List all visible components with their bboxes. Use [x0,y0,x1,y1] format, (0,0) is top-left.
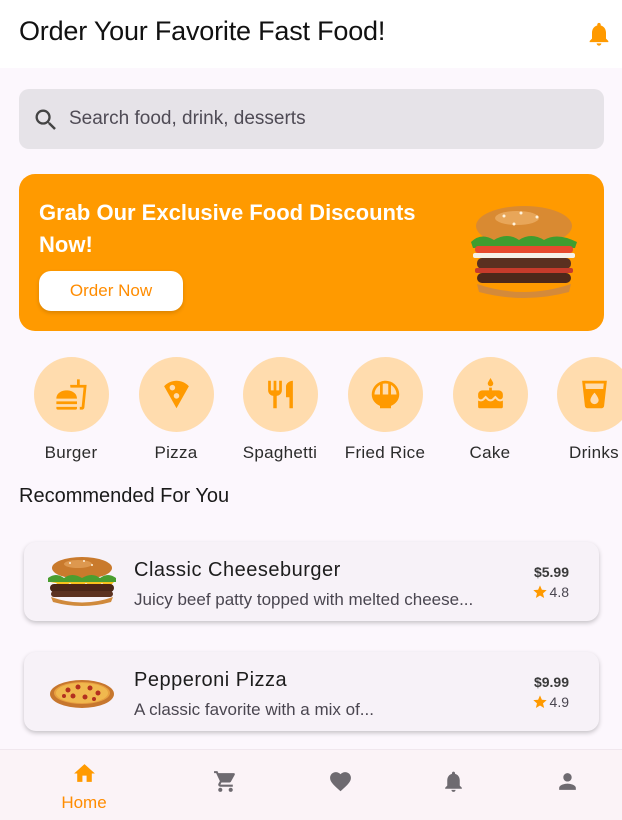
star-icon [532,695,547,708]
category-circle [557,357,622,432]
bell-icon[interactable] [585,20,613,48]
rating-value: 4.9 [549,694,569,710]
pizza-image [50,680,114,708]
category-spaghetti[interactable]: Spaghetti [235,357,325,463]
category-drinks[interactable]: Drinks [549,357,622,463]
category-fried-rice[interactable]: Fried Rice [340,357,430,463]
nav-notifications[interactable] [403,750,503,820]
food-card[interactable]: Pepperoni Pizza A classic favorite with … [24,652,599,731]
search-input[interactable] [69,89,589,149]
search-bar[interactable] [19,89,604,149]
nav-home[interactable]: Home [34,750,134,820]
food-description: A classic favorite with a mix of... [134,700,374,719]
banner-title: Grab Our Exclusive Food Discounts Now! [39,200,416,257]
food-card[interactable]: Classic Cheeseburger Juicy beef patty to… [24,542,599,621]
page-title: Order Your Favorite Fast Food! [19,16,386,46]
category-label: Burger [44,443,98,462]
category-cake[interactable]: Cake [445,357,535,463]
app-bar: Order Your Favorite Fast Food! [0,0,622,68]
category-circle [452,357,528,432]
promo-banner: Grab Our Exclusive Food Discounts Now! O… [19,174,604,331]
nav-home-label: Home [61,793,107,812]
category-circle [347,357,423,432]
category-label: Spaghetti [242,443,318,462]
pizza-icon [163,380,189,409]
bell-icon [445,771,462,792]
category-label: Cake [469,443,511,462]
category-pizza[interactable]: Pizza [131,357,221,463]
category-burger[interactable]: Burger [26,357,116,463]
food-name: Classic Cheeseburger [134,559,341,581]
order-now-button[interactable]: Order Now [39,271,183,311]
nav-favorites[interactable] [290,750,390,820]
rating-value: 4.8 [549,584,569,600]
cart-icon [214,771,235,792]
cake-icon [477,378,503,409]
drink-icon [582,380,607,409]
category-circle [242,357,318,432]
home-icon [74,764,95,782]
cheeseburger-image [48,557,116,606]
heart-icon [330,772,351,792]
burger-image [471,206,577,298]
rice-bowl-icon [371,380,399,409]
food-price: $5.99 [533,564,569,580]
food-price: $9.99 [533,674,569,690]
category-circle [33,357,109,432]
category-label: Pizza [154,443,198,462]
star-icon [532,585,547,598]
nav-cart[interactable] [175,750,275,820]
nav-profile[interactable] [517,750,617,820]
category-circle [138,357,214,432]
food-rating: 4.8 [532,584,569,600]
person-icon [559,773,576,790]
bottom-nav: Home [0,749,622,820]
burger-icon [55,379,87,410]
utensils-icon [267,380,293,409]
food-name: Pepperoni Pizza [134,669,288,691]
category-label: Drinks [569,443,619,462]
food-description: Juicy beef patty topped with melted chee… [134,590,474,609]
food-rating: 4.9 [532,694,569,710]
category-label: Fried Rice [344,443,426,462]
search-icon [35,109,56,130]
section-title-recommended: Recommended For You [19,485,230,507]
